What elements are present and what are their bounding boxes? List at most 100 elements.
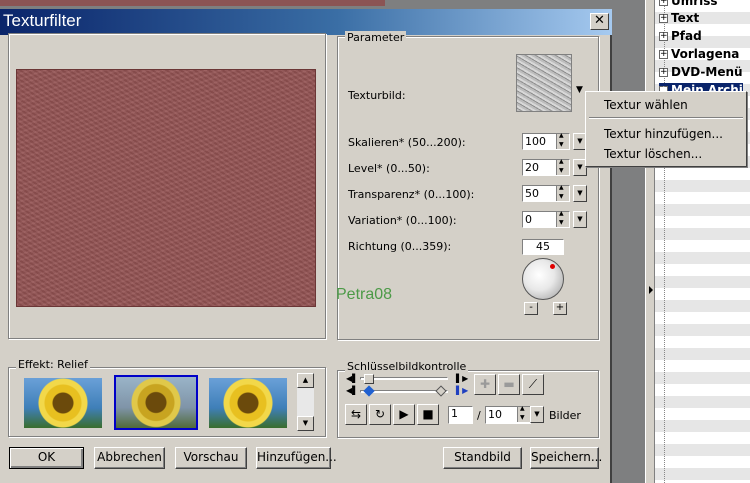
texture-preview-image xyxy=(16,69,316,307)
add-button[interactable]: Hinzufügen... xyxy=(256,447,337,469)
watermark-text: Petra08 xyxy=(336,286,393,303)
tree-item-pfad[interactable]: + Pfad xyxy=(659,29,702,45)
texture-dropdown-arrow-icon[interactable]: ▼ xyxy=(576,85,583,95)
close-button[interactable]: ✕ xyxy=(590,13,609,30)
keyframe-slider-top[interactable] xyxy=(360,374,448,384)
keyframe-marker-icon[interactable] xyxy=(435,385,447,397)
total-frames-value: 10 xyxy=(488,408,502,421)
chevron-down-icon: ▼ xyxy=(577,163,583,171)
scroll-down-icon[interactable]: ▼ xyxy=(297,416,314,431)
direction-dial[interactable] xyxy=(522,258,564,300)
tree-item-vorlagen[interactable]: + Vorlagena xyxy=(659,47,739,63)
keyframe-group-label: Schlüsselbildkontrolle xyxy=(345,360,469,373)
spin-arrows-icon[interactable] xyxy=(517,405,530,422)
scroll-track[interactable] xyxy=(297,388,314,416)
keyframe-slider-bottom[interactable] xyxy=(360,385,448,397)
variation-value: 0 xyxy=(525,213,532,226)
keyframe-marker-icon[interactable] xyxy=(363,385,375,397)
expand-icon[interactable]: + xyxy=(659,0,668,6)
effect-thumbnail[interactable] xyxy=(209,378,287,428)
default-button[interactable]: Standbild xyxy=(443,447,522,469)
object-tree-panel: + Umriss + Text + Pfad + Vorlagena + DVD-Menü… xyxy=(655,0,750,483)
rewind-icon[interactable]: ◀▌ xyxy=(346,386,358,395)
frames-menu-button[interactable]: ▼ xyxy=(530,406,544,423)
tree-item-text[interactable]: + Text xyxy=(659,11,699,27)
transparency-spinner[interactable]: 50 xyxy=(522,184,570,202)
frames-label: Bilder xyxy=(549,409,581,422)
rotate-icon: ↻ xyxy=(374,407,386,421)
loop-icon: ⇆ xyxy=(350,407,362,421)
play-icon: ▶ xyxy=(399,407,409,421)
tree-item-label: Text xyxy=(671,11,700,25)
key-tool-icon: ⟋ xyxy=(528,377,538,391)
effect-scrollbar[interactable]: ▲ ▼ xyxy=(297,373,314,431)
current-frame-value: 1 xyxy=(451,407,458,420)
save-button[interactable]: Speichern... xyxy=(530,447,602,469)
variation-spinner[interactable]: 0 xyxy=(522,210,570,228)
direction-input[interactable]: 45 xyxy=(522,239,564,255)
level-label: Level* (0...50): xyxy=(348,162,430,175)
add-keyframe-button[interactable]: ✚ xyxy=(474,374,496,395)
spin-arrows-icon[interactable] xyxy=(556,210,569,227)
transparency-label: Transparenz* (0...100): xyxy=(348,188,475,201)
tree-item-dvd-menue[interactable]: + DVD-Menü xyxy=(659,65,743,81)
forward-end-icon[interactable]: ▌▶ xyxy=(456,386,468,395)
minus-icon: - xyxy=(529,302,533,313)
rewind-icon[interactable]: ◀▌ xyxy=(346,374,358,383)
expand-icon[interactable]: + xyxy=(659,14,668,23)
expand-icon[interactable]: + xyxy=(659,50,668,59)
dial-indicator xyxy=(550,264,555,269)
spin-arrows-icon[interactable] xyxy=(556,184,569,201)
play-button[interactable]: ▶ xyxy=(393,404,415,425)
scale-spinner[interactable]: 100 xyxy=(522,132,570,150)
spin-arrows-icon[interactable] xyxy=(556,132,569,149)
tree-item-label: Pfad xyxy=(671,29,702,43)
ok-button[interactable]: OK xyxy=(9,447,84,469)
chevron-down-icon: ▼ xyxy=(577,215,583,223)
effect-group-label: Effekt: Relief xyxy=(16,358,90,371)
menu-item-choose-texture[interactable]: Textur wählen xyxy=(604,98,688,112)
dialog-title: Texturfilter xyxy=(3,11,82,30)
variation-label: Variation* (0...100): xyxy=(348,214,457,227)
transparency-menu-button[interactable]: ▼ xyxy=(573,185,587,202)
panel-splitter[interactable] xyxy=(645,0,655,483)
tree-item-label: Vorlagena xyxy=(671,47,740,61)
total-frames-spinner[interactable]: 10 xyxy=(485,405,531,424)
menu-item-delete-texture[interactable]: Textur löschen... xyxy=(604,147,702,161)
scroll-up-icon[interactable]: ▲ xyxy=(297,373,314,388)
forward-end-icon[interactable]: ▌▶ xyxy=(456,374,468,383)
transparency-value: 50 xyxy=(525,187,539,200)
stop-button[interactable]: ■ xyxy=(417,404,439,425)
cancel-button[interactable]: Abbrechen xyxy=(94,447,165,469)
minus-icon: ▬ xyxy=(503,377,515,391)
keyframe-tool-button[interactable]: ⟋ xyxy=(522,374,544,395)
collapse-arrow-icon[interactable] xyxy=(649,286,653,294)
expand-icon[interactable]: + xyxy=(659,68,668,77)
sunflower-image xyxy=(209,378,287,428)
dialog-titlebar[interactable]: Texturfilter ✕ xyxy=(0,9,612,35)
loop-button[interactable]: ⇆ xyxy=(345,404,367,425)
menu-item-add-texture[interactable]: Textur hinzufügen... xyxy=(604,127,723,141)
texture-thumbnail[interactable] xyxy=(516,54,572,112)
spin-arrows-icon[interactable] xyxy=(556,158,569,175)
current-frame-input[interactable]: 1 xyxy=(448,406,473,424)
sunflower-image xyxy=(116,377,196,428)
expand-icon[interactable]: + xyxy=(659,32,668,41)
preview-button[interactable]: Vorschau xyxy=(175,447,247,469)
variation-menu-button[interactable]: ▼ xyxy=(573,211,587,228)
remove-keyframe-button[interactable]: ▬ xyxy=(498,374,520,395)
effect-thumbnail-selected[interactable] xyxy=(114,375,198,430)
menu-separator xyxy=(589,117,743,119)
level-spinner[interactable]: 20 xyxy=(522,158,570,176)
tree-item-label: Umriss xyxy=(671,0,718,8)
scale-value: 100 xyxy=(525,135,546,148)
plus-icon: ✚ xyxy=(479,377,491,391)
direction-decrease-button[interactable]: - xyxy=(524,302,538,315)
direction-increase-button[interactable]: + xyxy=(553,302,567,315)
rotate-button[interactable]: ↻ xyxy=(369,404,391,425)
slider-thumb[interactable] xyxy=(364,374,374,384)
texture-context-menu: Textur wählen Textur hinzufügen... Textu… xyxy=(585,91,747,167)
tree-item-umriss[interactable]: + Umriss xyxy=(659,0,718,10)
effect-thumbnail[interactable] xyxy=(24,378,102,428)
tree-item-label: DVD-Menü xyxy=(671,65,743,79)
